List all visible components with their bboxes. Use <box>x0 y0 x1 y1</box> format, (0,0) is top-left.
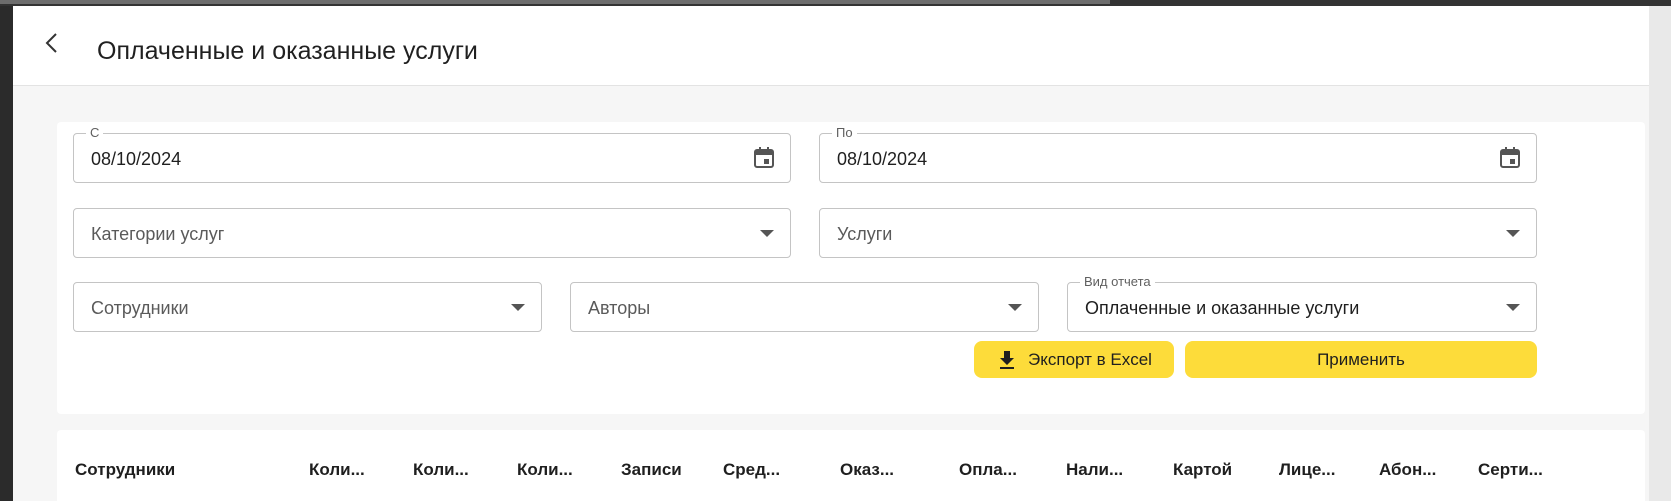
authors-placeholder: Авторы <box>588 298 651 318</box>
date-from-label: С <box>86 125 104 141</box>
column-header[interactable]: Оказ... <box>840 460 894 480</box>
dropdown-arrow-icon <box>1008 304 1022 311</box>
column-header-records[interactable]: Записи <box>621 460 682 480</box>
column-header-card[interactable]: Картой <box>1173 460 1232 480</box>
dropdown-arrow-icon <box>760 230 774 237</box>
column-header-employees[interactable]: Сотрудники <box>75 460 175 480</box>
download-icon <box>1000 350 1015 369</box>
report-type-select[interactable]: Вид отчета Оплаченные и оказанные услуги <box>1067 274 1537 332</box>
column-header[interactable]: Опла... <box>959 460 1017 480</box>
export-excel-button[interactable]: Экспорт в Excel <box>974 341 1174 378</box>
column-header[interactable]: Коли... <box>413 460 469 480</box>
dropdown-arrow-icon <box>511 304 525 311</box>
column-header[interactable]: Коли... <box>517 460 573 480</box>
service-categories-select[interactable]: Категории услуг <box>73 208 791 258</box>
page-title: Оплаченные и оказанные услуги <box>97 37 478 65</box>
date-from-field[interactable]: С 08/10/2024 <box>73 125 791 183</box>
export-excel-label: Экспорт в Excel <box>1028 349 1152 369</box>
date-to-label: По <box>832 125 857 141</box>
services-placeholder: Услуги <box>837 224 893 244</box>
date-to-field[interactable]: По 08/10/2024 <box>819 125 1537 183</box>
column-header[interactable]: Абон... <box>1379 460 1436 480</box>
date-to-value: 08/10/2024 <box>837 149 928 169</box>
column-header[interactable]: Сред... <box>723 460 780 480</box>
report-table: Сотрудники Коли... Коли... Коли... Запис… <box>57 430 1645 501</box>
apply-label: Применить <box>1317 349 1405 369</box>
page-header: Оплаченные и оказанные услуги <box>13 6 1649 86</box>
column-header[interactable]: Лице... <box>1279 460 1335 480</box>
apply-button[interactable]: Применить <box>1185 341 1537 378</box>
calendar-icon[interactable] <box>752 146 776 170</box>
app-window: Оплаченные и оказанные услуги С 08/10/20… <box>13 6 1671 501</box>
dropdown-arrow-icon <box>1506 230 1520 237</box>
dropdown-arrow-icon <box>1506 304 1520 311</box>
column-header[interactable]: Серти... <box>1478 460 1543 480</box>
report-type-value: Оплаченные и оказанные услуги <box>1085 298 1360 318</box>
column-header[interactable]: Коли... <box>309 460 365 480</box>
back-button[interactable] <box>37 28 67 58</box>
chevron-left-icon <box>45 33 57 53</box>
report-type-label: Вид отчета <box>1080 274 1155 290</box>
authors-select[interactable]: Авторы <box>570 282 1039 332</box>
calendar-icon[interactable] <box>1498 146 1522 170</box>
filters-panel: С 08/10/2024 По 08/10/2024 Категории усл… <box>57 122 1645 414</box>
date-from-value: 08/10/2024 <box>91 149 182 169</box>
service-categories-placeholder: Категории услуг <box>91 224 225 244</box>
employees-placeholder: Сотрудники <box>91 298 189 318</box>
employees-select[interactable]: Сотрудники <box>73 282 542 332</box>
scrollbar[interactable] <box>1649 6 1671 501</box>
column-header[interactable]: Нали... <box>1066 460 1123 480</box>
services-select[interactable]: Услуги <box>819 208 1537 258</box>
